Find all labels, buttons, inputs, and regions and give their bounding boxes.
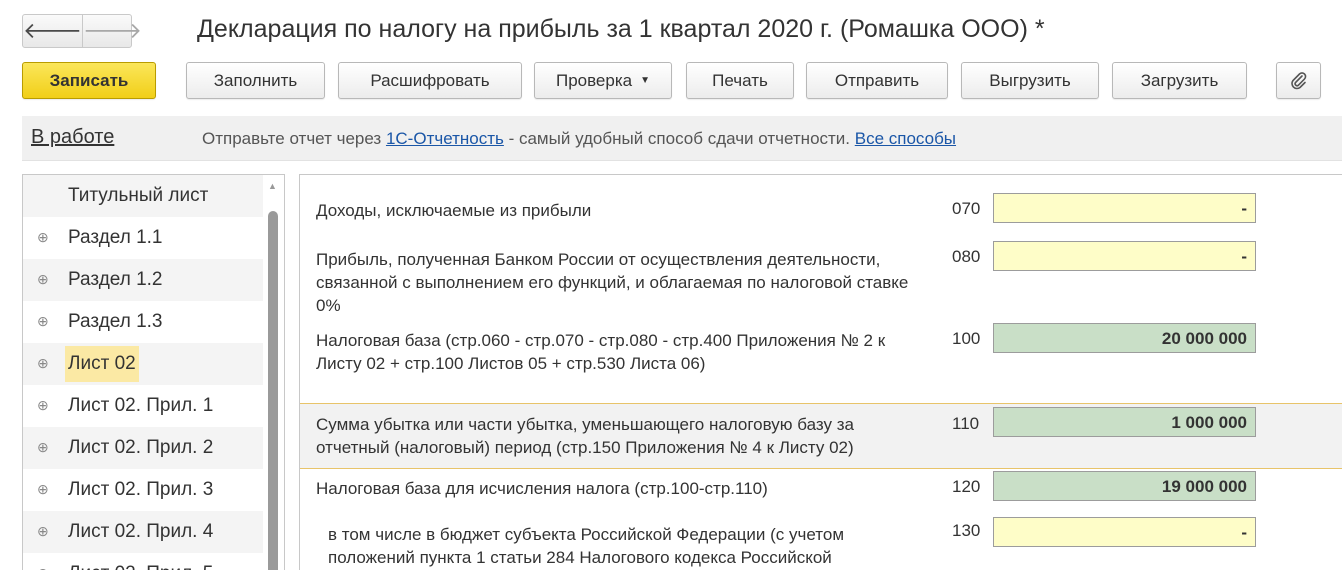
scroll-up-icon[interactable]: ▲	[268, 181, 277, 191]
row-description: Налоговая база для исчисления налога (ст…	[316, 479, 768, 498]
form-row-130: в том числе в бюджет субъекта Российской…	[300, 517, 1342, 570]
tree-item-label: Титульный лист	[68, 185, 209, 206]
back-arrow-icon[interactable]: 🡐	[23, 15, 82, 47]
expand-icon[interactable]: ⊕	[37, 481, 49, 498]
paperclip-icon	[1290, 71, 1306, 89]
navigation-buttons: 🡐 🡒	[22, 14, 142, 48]
export-button[interactable]: Выгрузить	[961, 62, 1099, 99]
row-description: Налоговая база (стр.060 - стр.070 - стр.…	[316, 331, 886, 373]
fill-button[interactable]: Заполнить	[186, 62, 325, 99]
form-row-120: Налоговая база для исчисления налога (ст…	[300, 469, 1342, 517]
scrollbar-thumb[interactable]	[268, 211, 278, 570]
expand-icon[interactable]: ⊕	[37, 397, 49, 414]
tree-item-label: Лист 02	[65, 346, 139, 382]
tree-item-label: Раздел 1.2	[68, 269, 163, 290]
declaration-form: Доходы, исключаемые из прибыли 070 - При…	[299, 174, 1342, 570]
info-middle: - самый удобный способ сдачи отчетности.	[503, 129, 855, 148]
row-description: в том числе в бюджет субъекта Российской…	[328, 525, 845, 567]
tree-item-label: Лист 02. Прил. 1	[68, 395, 214, 416]
tree-item-title-page[interactable]: Титульный лист	[23, 175, 263, 217]
reporting-link[interactable]: 1С-Отчетность	[386, 129, 504, 148]
form-row-110: Сумма убытка или части убытка, уменьшающ…	[300, 403, 1342, 469]
tree-item-label: Лист 02. Прил. 2	[68, 437, 214, 458]
form-row-100: Налоговая база (стр.060 - стр.070 - стр.…	[300, 323, 1342, 403]
expand-icon[interactable]: ⊕	[37, 355, 49, 372]
expand-icon[interactable]: ⊕	[37, 271, 49, 288]
row-code: 110	[952, 414, 980, 433]
info-prefix: Отправьте отчет через	[202, 129, 386, 148]
check-label: Проверка	[555, 70, 633, 90]
import-button[interactable]: Загрузить	[1112, 62, 1247, 99]
row-070-value-field[interactable]: -	[993, 193, 1256, 223]
print-button[interactable]: Печать	[686, 62, 794, 99]
tree-item-section-1-2[interactable]: ⊕ Раздел 1.2	[23, 259, 263, 301]
row-description: Прибыль, полученная Банком России от осу…	[316, 250, 909, 315]
row-100-value-field: 20 000 000	[993, 323, 1256, 353]
toolbar: Записать Заполнить Расшифровать Проверка…	[22, 62, 1342, 100]
expand-icon[interactable]: ⊕	[37, 523, 49, 540]
tree-item-sheet-02[interactable]: ⊕ Лист 02	[23, 343, 263, 385]
tree-item-section-1-1[interactable]: ⊕ Раздел 1.1	[23, 217, 263, 259]
send-button[interactable]: Отправить	[806, 62, 948, 99]
save-button[interactable]: Записать	[22, 62, 156, 99]
all-methods-link[interactable]: Все способы	[855, 129, 956, 148]
tree-item-sheet-02-app-4[interactable]: ⊕ Лист 02. Прил. 4	[23, 511, 263, 553]
tree-item-label: Лист 02. Прил. 5	[65, 562, 216, 570]
row-080-value-field[interactable]: -	[993, 241, 1256, 271]
row-code: 080	[952, 247, 981, 266]
tree-item-label: Раздел 1.3	[68, 311, 163, 332]
tree-item-sheet-02-app-2[interactable]: ⊕ Лист 02. Прил. 2	[23, 427, 263, 469]
tree-item-label: Лист 02. Прил. 4	[68, 521, 214, 542]
row-120-value-field: 19 000 000	[993, 471, 1256, 501]
form-row-080: Прибыль, полученная Банком России от осу…	[300, 239, 1342, 323]
tree-scrollbar[interactable]: ▲	[268, 181, 278, 570]
expand-icon[interactable]: ⊕	[37, 229, 49, 246]
check-dropdown-button[interactable]: Проверка ▼	[534, 62, 672, 99]
row-description: Доходы, исключаемые из прибыли	[316, 201, 592, 220]
expand-icon[interactable]: ⊕	[37, 313, 49, 330]
row-description: Сумма убытка или части убытка, уменьшающ…	[316, 415, 854, 457]
caret-down-icon: ▼	[640, 75, 651, 86]
expand-icon[interactable]: ⊕	[37, 439, 49, 456]
document-title: Декларация по налогу на прибыль за 1 ква…	[197, 15, 1045, 43]
row-code: 120	[952, 477, 981, 496]
row-code: 100	[952, 329, 981, 348]
row-110-value-field: 1 000 000	[993, 407, 1256, 437]
tree-item-section-1-3[interactable]: ⊕ Раздел 1.3	[23, 301, 263, 343]
row-130-value-field[interactable]: -	[993, 517, 1256, 547]
tree-item-label: Лист 02. Прил. 3	[68, 479, 214, 500]
attachment-button[interactable]	[1276, 62, 1321, 99]
status-info: Отправьте отчет через 1С-Отчетность - са…	[202, 129, 956, 149]
tree-item-sheet-02-app-5[interactable]: ⊕ Лист 02. Прил. 5	[23, 553, 263, 570]
forward-arrow-icon[interactable]: 🡒	[82, 15, 142, 47]
tree-item-sheet-02-app-1[interactable]: ⊕ Лист 02. Прил. 1	[23, 385, 263, 427]
tree-item-sheet-02-app-3[interactable]: ⊕ Лист 02. Прил. 3	[23, 469, 263, 511]
row-code: 070	[952, 199, 981, 218]
tree-item-label: Раздел 1.1	[68, 227, 163, 248]
decode-button[interactable]: Расшифровать	[338, 62, 522, 99]
expand-icon[interactable]: ⊕	[37, 565, 49, 570]
sections-tree: Титульный лист ⊕ Раздел 1.1 ⊕ Раздел 1.2…	[22, 174, 285, 570]
status-strip: В работе Отправьте отчет через 1С-Отчетн…	[22, 116, 1342, 161]
row-code: 130	[952, 521, 981, 540]
status-link[interactable]: В работе	[31, 126, 114, 149]
form-row-070: Доходы, исключаемые из прибыли 070 -	[300, 175, 1342, 239]
